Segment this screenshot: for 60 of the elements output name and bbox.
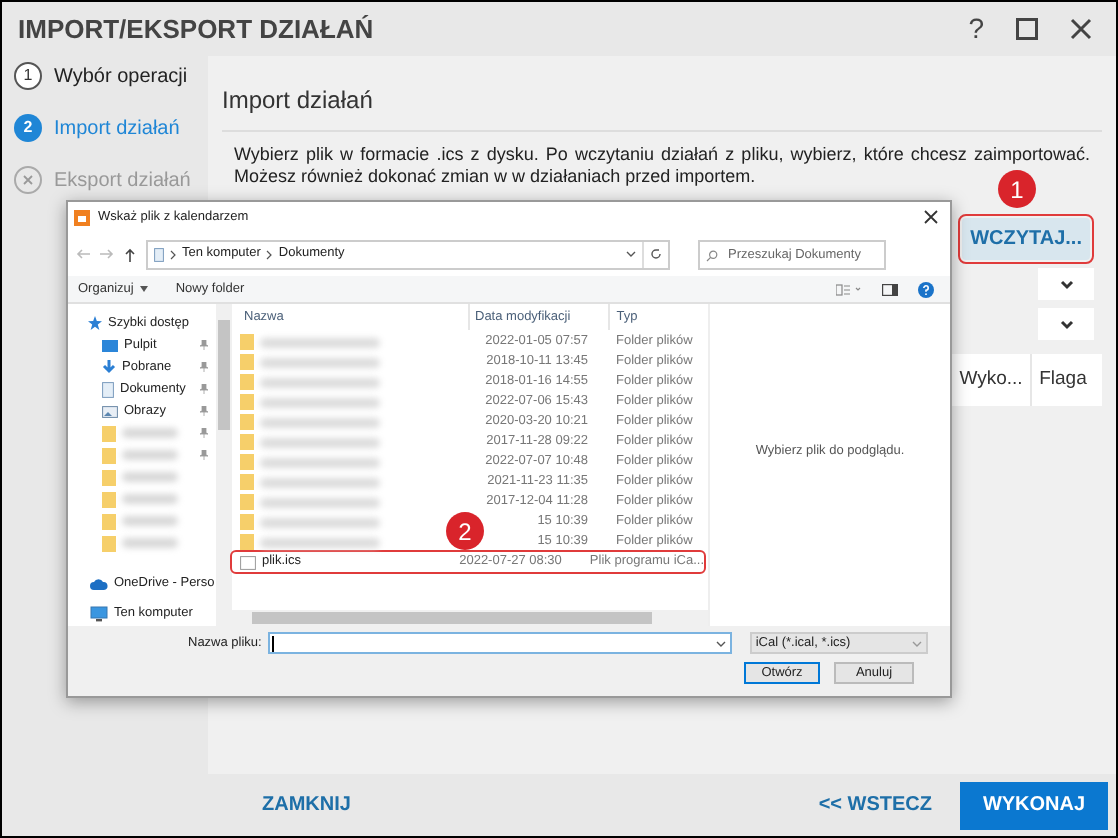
- computer-icon: [90, 605, 108, 621]
- blurred-name: [260, 437, 380, 447]
- blurred-name: [122, 516, 178, 526]
- scrollbar[interactable]: [216, 304, 232, 626]
- blurred-name: [260, 477, 380, 487]
- maximize-icon[interactable]: [1016, 18, 1038, 40]
- blurred-name: [122, 472, 178, 482]
- back-button[interactable]: << WSTECZ: [818, 790, 932, 820]
- blurred-name: [260, 457, 380, 467]
- blurred-name: [260, 377, 380, 387]
- filename-field[interactable]: [267, 632, 732, 654]
- calendar-icon: [74, 209, 90, 225]
- preview-pane-icon[interactable]: [882, 283, 898, 295]
- document-icon: [102, 381, 114, 397]
- blurred-name: [260, 517, 380, 527]
- chevron-icon: [1059, 279, 1073, 289]
- chevron-right-icon: [266, 249, 273, 259]
- caret-icon: [139, 286, 148, 292]
- blurred-name: [260, 357, 380, 367]
- chevron-icon: [1059, 319, 1073, 329]
- blurred-name: [260, 417, 380, 427]
- chevron-icon: [911, 639, 922, 647]
- horizontal-scrollbar[interactable]: [252, 612, 652, 624]
- section-title: Import działań: [222, 86, 373, 114]
- close-icon[interactable]: [1070, 18, 1092, 40]
- close-icon[interactable]: [924, 210, 938, 224]
- star-icon: [88, 316, 102, 330]
- close-button[interactable]: ZAMKNIJ: [262, 790, 351, 820]
- step-number: 2: [14, 114, 42, 142]
- desktop-icon: [102, 339, 118, 351]
- chevron-right-icon: [170, 249, 176, 259]
- search-icon: [706, 249, 718, 261]
- blurred-name: [122, 494, 178, 504]
- step-number: 1: [14, 62, 42, 90]
- file-icon: [240, 555, 256, 569]
- chevron-icon: [715, 639, 726, 647]
- picture-icon: [102, 405, 118, 417]
- chevron-icon[interactable]: [626, 250, 636, 258]
- view-options-icon[interactable]: [836, 283, 862, 295]
- step-label[interactable]: Wybór operacji: [54, 61, 188, 91]
- blurred-name: [260, 497, 380, 507]
- blurred-name: [122, 450, 178, 460]
- blurred-name: [260, 397, 380, 407]
- blurred-name: [260, 337, 380, 347]
- load-button[interactable]: WCZYTAJ...: [962, 218, 1090, 260]
- blurred-name: [122, 538, 178, 548]
- document-icon: [154, 247, 164, 261]
- help-icon[interactable]: [918, 281, 934, 297]
- run-button[interactable]: WYKONAJ: [960, 781, 1108, 829]
- refresh-icon[interactable]: [650, 248, 662, 260]
- dropdown[interactable]: [1038, 308, 1094, 340]
- blurred-name: [260, 537, 380, 547]
- help-button[interactable]: ?: [968, 8, 984, 50]
- cloud-icon: [90, 577, 108, 589]
- up-arrow-icon[interactable]: [124, 247, 136, 261]
- blurred-name: [122, 428, 178, 438]
- window-title: IMPORT/EKSPORT DZIAŁAŃ: [18, 11, 374, 48]
- download-arrow-icon: [102, 360, 116, 374]
- column-header[interactable]: Flaga: [1030, 354, 1094, 406]
- dropdown[interactable]: [1038, 268, 1094, 300]
